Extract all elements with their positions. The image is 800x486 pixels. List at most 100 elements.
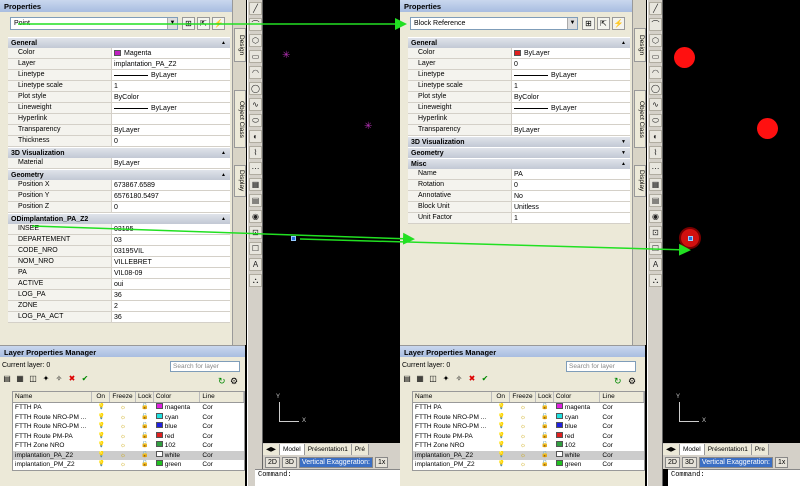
layer-row[interactable]: FTTH Route NRO-PM ... 💡 ☼ 🔓 blue Cor	[13, 422, 244, 432]
settings-icon[interactable]: ⚙	[230, 376, 238, 387]
new-layer-vp-frozen-icon[interactable]: ✧	[54, 374, 64, 384]
property-row[interactable]: Plot style ByColor	[408, 92, 630, 103]
point-icon[interactable]: ⋯	[249, 162, 262, 175]
lightbulb-icon[interactable]: 💡	[92, 432, 110, 442]
toggle-pickadd-button[interactable]: ⊞	[182, 17, 195, 30]
arc-icon[interactable]: ⌒	[649, 18, 662, 31]
property-value[interactable]: 36	[112, 290, 230, 300]
tab-design[interactable]: Design	[634, 28, 646, 62]
select-objects-button[interactable]: ⇱	[597, 17, 610, 30]
layer-color[interactable]: white	[554, 450, 601, 461]
property-row[interactable]: Thickness 0	[8, 136, 230, 147]
layer-row[interactable]: FTTH Zone NRO 💡 ☼ 🔓 102 Cor	[13, 441, 244, 451]
table-icon[interactable]: ⊡	[249, 226, 262, 239]
property-value[interactable]: ByLayer	[512, 70, 630, 80]
property-value[interactable]: ByLayer	[112, 103, 230, 113]
property-row[interactable]: LOG_PA_ACT 36	[8, 312, 230, 323]
sun-icon[interactable]: ☼	[110, 460, 136, 470]
property-value[interactable]: 2	[112, 301, 230, 311]
toggle-pickadd-button[interactable]: ⊞	[582, 17, 595, 30]
sun-icon[interactable]: ☼	[510, 403, 536, 413]
layer-color[interactable]: 102	[154, 441, 201, 451]
tab-object-class[interactable]: Object Class	[234, 90, 246, 148]
gradient-icon[interactable]: ▤	[249, 194, 262, 207]
layer-linetype[interactable]: Cor	[600, 451, 644, 461]
section-header[interactable]: General	[8, 37, 230, 48]
rectangle-icon[interactable]: ▭	[249, 50, 262, 63]
revcloud-icon[interactable]: ⌇	[649, 146, 662, 159]
layer-row[interactable]: implantation_PA_Z2 💡 ☼ 🔓 white Cor	[413, 450, 644, 461]
selected-block-grip[interactable]	[688, 236, 693, 241]
property-value[interactable]	[512, 114, 630, 124]
property-row[interactable]: Linetype scale 1	[408, 81, 630, 92]
quick-select-button[interactable]: ⚡	[612, 17, 625, 30]
layer-row[interactable]: implantation_PM_Z2 💡 ☼ 🔓 green Cor	[13, 460, 244, 470]
add-selected-icon[interactable]: ⛬	[249, 274, 262, 287]
text-icon[interactable]: A	[249, 258, 262, 271]
sun-icon[interactable]: ☼	[510, 413, 536, 423]
column-header[interactable]: Line	[200, 392, 245, 402]
vertical-exaggeration[interactable]: Vertical Exaggeration:	[298, 456, 374, 468]
lightbulb-icon[interactable]: 💡	[92, 441, 110, 451]
layer-linetype[interactable]: Cor	[200, 413, 244, 423]
delete-layer-icon[interactable]: ✖	[467, 374, 477, 384]
property-row[interactable]: LOG_PA 36	[8, 290, 230, 301]
polygon-icon[interactable]: ⬡	[649, 34, 662, 47]
property-row[interactable]: CODE_NRO 03195VIL	[8, 246, 230, 257]
column-header[interactable]: Lock	[536, 392, 554, 402]
layer-row[interactable]: FTTH PA 💡 ☼ 🔓 magenta Cor	[13, 403, 244, 413]
arc2-icon[interactable]: ◠	[649, 66, 662, 79]
property-value[interactable]: ByLayer	[512, 125, 630, 135]
unlock-icon[interactable]: 🔓	[136, 413, 154, 423]
unlock-icon[interactable]: 🔓	[136, 432, 154, 442]
new-layer-icon[interactable]: ✦	[41, 374, 51, 384]
add-selected-icon[interactable]: ⛬	[649, 274, 662, 287]
sun-icon[interactable]: ☼	[110, 432, 136, 442]
sun-icon[interactable]: ☼	[110, 451, 136, 461]
layer-linetype[interactable]: Cor	[200, 451, 244, 461]
layer-row[interactable]: FTTH Route NRO-PM ... 💡 ☼ 🔓 cyan Cor	[13, 412, 244, 423]
line-icon[interactable]: ╱	[649, 2, 662, 15]
property-value[interactable]: 36	[112, 312, 230, 322]
property-value[interactable]: 03195	[112, 224, 230, 234]
select-objects-button[interactable]: ⇱	[197, 17, 210, 30]
column-header[interactable]: Name	[13, 392, 93, 402]
property-row[interactable]: Position X 673867.6589	[8, 180, 230, 191]
layout-tab[interactable]: Model	[280, 443, 305, 455]
layout-tab[interactable]: Pre	[751, 443, 769, 455]
layout-tab[interactable]: Présentation1	[304, 443, 352, 455]
sun-icon[interactable]: ☼	[510, 460, 536, 470]
unlock-icon[interactable]: 🔓	[136, 403, 154, 413]
layer-color[interactable]: green	[154, 460, 201, 470]
block-reference-dot[interactable]	[757, 118, 778, 139]
property-row[interactable]: ZONE 2	[8, 301, 230, 312]
gradient-icon[interactable]: ▤	[649, 194, 662, 207]
new-layer-icon[interactable]: ✦	[441, 374, 451, 384]
point-icon[interactable]: ⋯	[649, 162, 662, 175]
unlock-icon[interactable]: 🔓	[136, 460, 154, 470]
property-value[interactable]: Unitless	[512, 202, 630, 212]
property-row[interactable]: Position Z0	[8, 202, 230, 213]
column-header[interactable]: Color	[554, 392, 601, 402]
property-value[interactable]: 03195VIL	[112, 246, 230, 256]
drawing-canvas-right[interactable]: Y X	[663, 0, 800, 442]
section-header[interactable]: 3D Visualization	[408, 136, 630, 147]
property-row[interactable]: Rotation 0	[408, 180, 630, 191]
hatch-icon[interactable]: ▦	[649, 178, 662, 191]
layer-linetype[interactable]: Cor	[600, 441, 644, 451]
layer-linetype[interactable]: Cor	[200, 422, 244, 432]
property-row[interactable]: Lineweight ByLayer	[408, 103, 630, 114]
property-row[interactable]: PA VIL08-09	[8, 268, 230, 279]
text-icon[interactable]: A	[649, 258, 662, 271]
column-header[interactable]: Line	[600, 392, 645, 402]
lightbulb-icon[interactable]: 💡	[92, 403, 110, 413]
property-value[interactable]: ByColor	[512, 92, 630, 102]
lightbulb-icon[interactable]: 💡	[492, 451, 510, 461]
chevron-down-icon[interactable]: ▼	[167, 18, 177, 29]
property-row[interactable]: INSEE 03195	[8, 224, 230, 235]
block-icon[interactable]: ☐	[649, 242, 662, 255]
block-reference-dot[interactable]	[674, 47, 695, 68]
layer-color[interactable]: 102	[554, 441, 601, 451]
layer-color[interactable]: cyan	[554, 412, 601, 423]
new-layer-vp-frozen-icon[interactable]: ✧	[454, 374, 464, 384]
